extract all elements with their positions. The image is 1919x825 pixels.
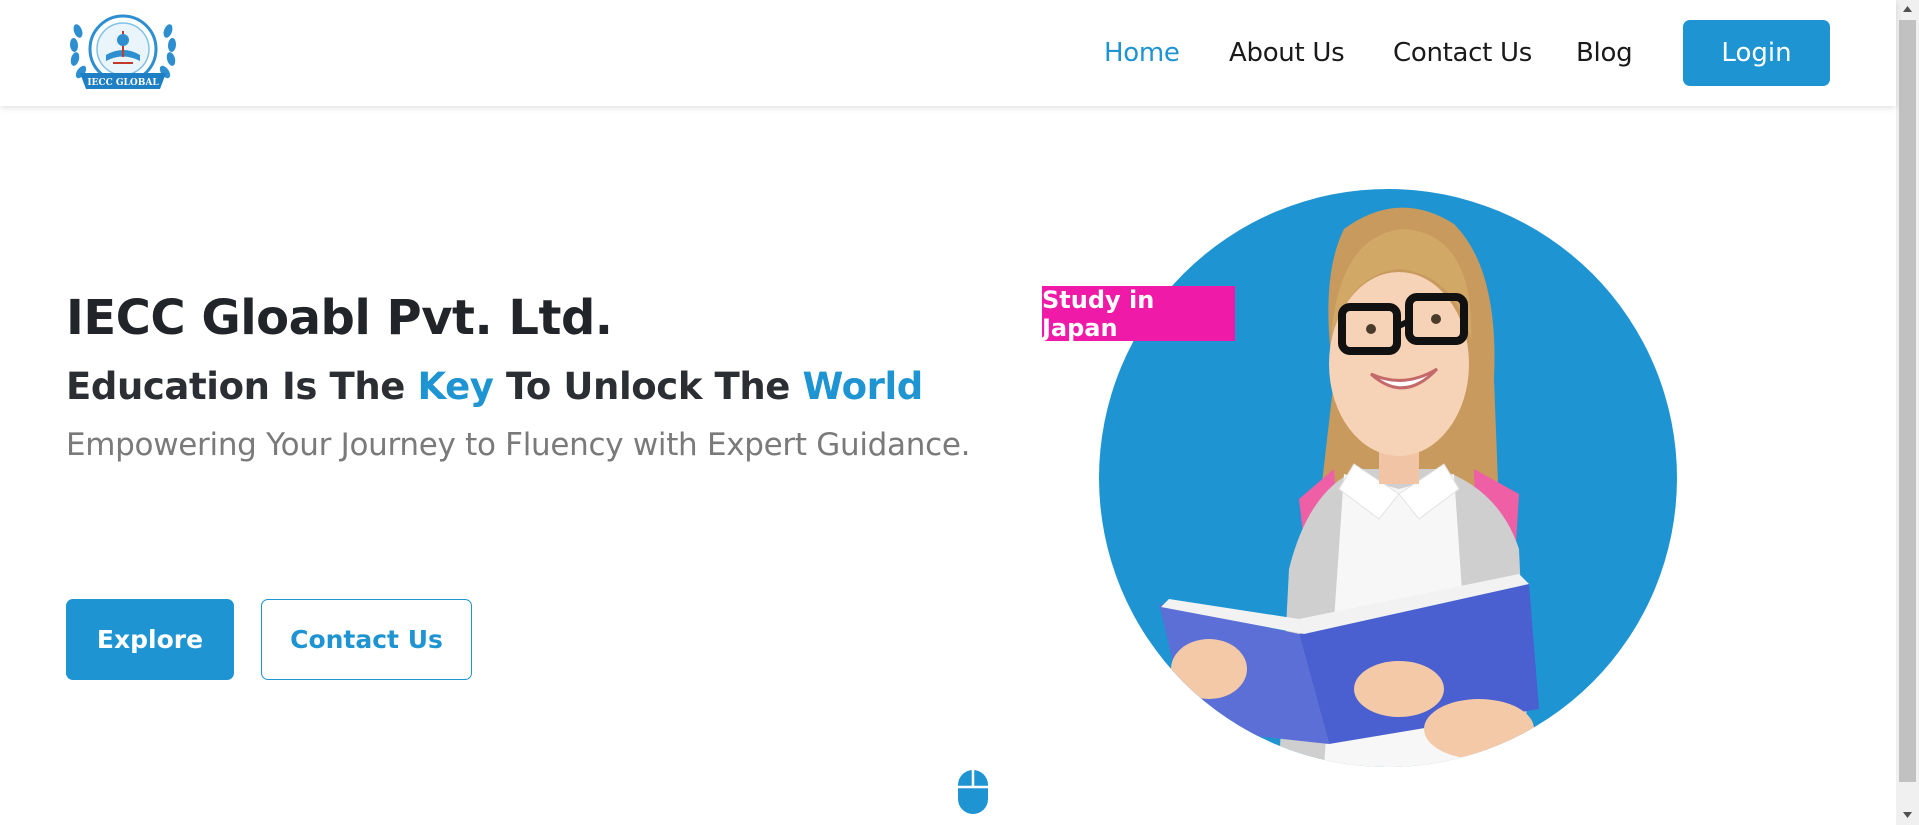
tagline-highlight-key: Key [417,365,494,408]
svg-text:IECC GLOBAL: IECC GLOBAL [87,78,159,88]
explore-button[interactable]: Explore [66,599,234,680]
tagline-text-2: To Unlock The [493,365,803,408]
study-in-japan-badge: Study in Japan [1042,286,1235,342]
mouse-scroll-icon[interactable] [957,769,989,815]
nav-home-link[interactable]: Home [1104,38,1180,68]
login-button[interactable]: Login [1683,20,1830,86]
hero-tagline: Education Is The Key To Unlock The World [66,365,923,408]
tagline-highlight-world: World [802,365,923,408]
iecc-global-logo[interactable]: IECC GLOBAL [66,11,180,97]
nav-blog-link[interactable]: Blog [1576,38,1633,68]
nav-about-us-link[interactable]: About Us [1229,38,1345,68]
scroll-up-arrow-icon[interactable] [1896,0,1919,18]
hero-subtitle: Empowering Your Journey to Fluency with … [66,427,971,463]
tagline-text-1: Education Is The [66,365,418,408]
contact-us-button[interactable]: Contact Us [261,599,472,680]
vertical-scrollbar[interactable] [1896,0,1919,825]
company-title: IECC Gloabl Pvt. Ltd. [66,290,613,346]
scrollbar-thumb[interactable] [1899,20,1916,782]
student-with-book-image [1099,189,1677,767]
nav-contact-us-link[interactable]: Contact Us [1393,38,1532,68]
scroll-down-arrow-icon[interactable] [1896,806,1919,824]
navbar: IECC GLOBAL Home About Us Contact Us Blo… [0,0,1896,106]
